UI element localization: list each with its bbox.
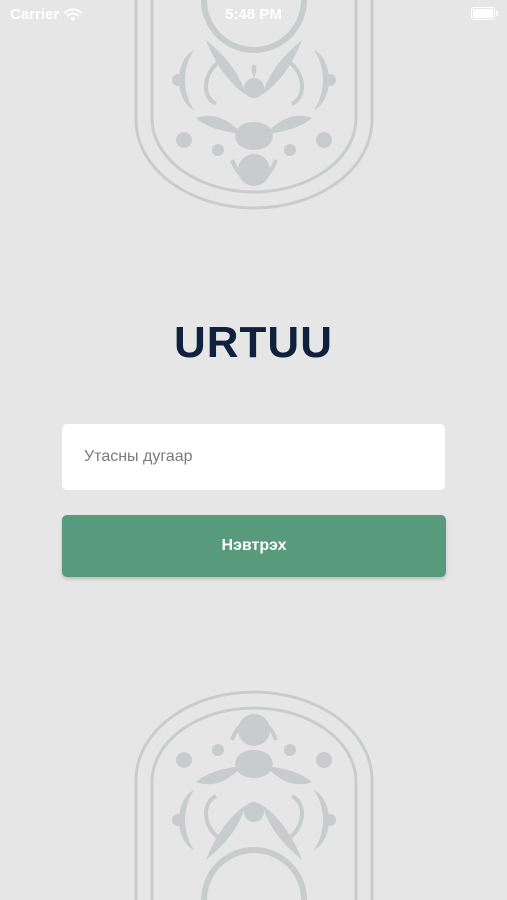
battery-icon: [471, 7, 498, 20]
phone-number-input[interactable]: [62, 424, 445, 490]
top-ornament-decoration: [134, 0, 374, 210]
login-button[interactable]: Нэвтрэх: [62, 515, 446, 577]
battery-level-fill: [473, 9, 493, 18]
bottom-ornament-decoration: [134, 690, 374, 900]
urtuu-logo: URTUU: [174, 318, 333, 367]
